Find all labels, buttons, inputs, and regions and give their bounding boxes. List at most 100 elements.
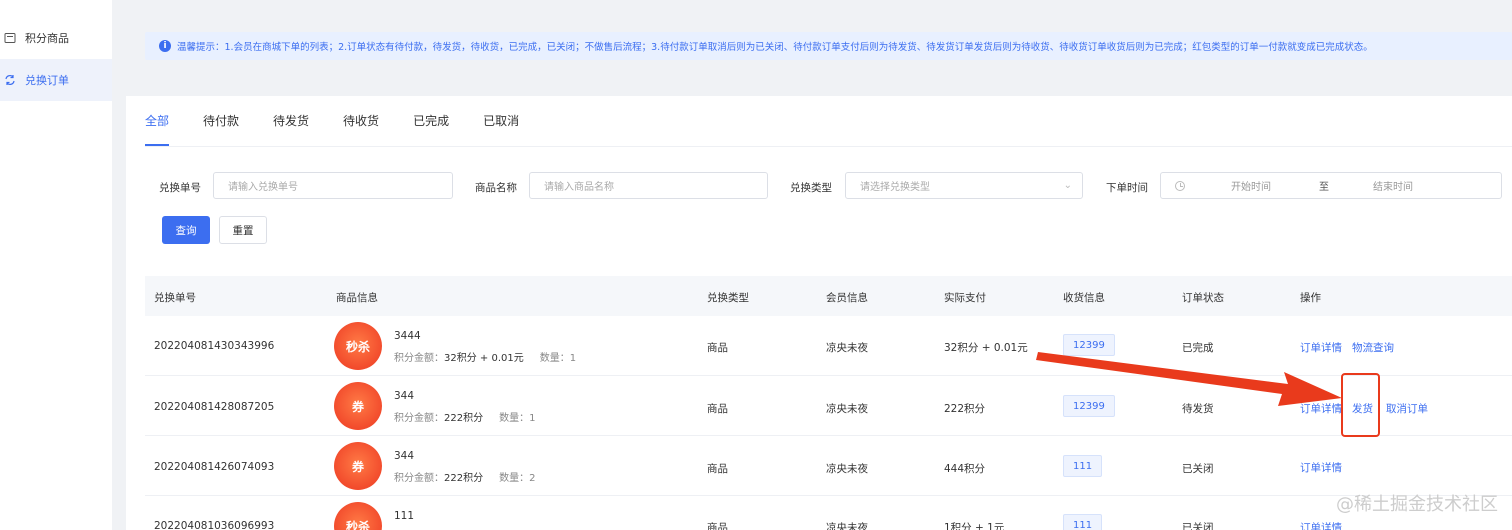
paid-amount: 32积分 + 0.01元 [944, 342, 1028, 354]
shipping-tag[interactable]: 111 [1063, 455, 1103, 477]
exchange-type: 商品 [707, 522, 728, 530]
exchange-type-placeholder: 请选择兑换类型 [860, 182, 930, 193]
product-name: 344 [394, 390, 415, 402]
watermark: @稀土掘金技术社区 [1336, 494, 1498, 515]
orders-card: 全部 待付款 待发货 待收货 已完成 已取消 兑换单号 请输入兑换单号 商品名称… [126, 96, 1512, 530]
checkbox-icon [4, 32, 16, 44]
tab-all[interactable]: 全部 [145, 110, 170, 146]
sidebar: 积分商品 兑换订单 [0, 0, 112, 530]
paid-amount: 1积分 + 1元 [944, 522, 1005, 530]
table-header: 兑换单号 商品信息 兑换类型 会员信息 实际支付 收货信息 订单状态 操作 [145, 276, 1512, 316]
notice-text: 温馨提示：1.会员在商城下单的列表；2.订单状态有待付款，待发货，待收货，已完成… [177, 42, 1373, 53]
product-thumbnail: 券 [334, 442, 382, 490]
sidebar-item-points-products[interactable]: 积分商品 [0, 17, 112, 59]
product-badge: 秒杀 [345, 339, 370, 354]
order-no: 202204081036096993 [154, 520, 275, 530]
exchange-type: 商品 [707, 403, 728, 415]
col-order-status: 订单状态 [1182, 292, 1224, 304]
chevron-down-icon: ⌄ [1063, 180, 1072, 191]
end-time-placeholder: 结束时间 [1373, 182, 1413, 193]
amount-label: 积分金额： [394, 353, 444, 364]
member-name: 凉央未夜 [826, 403, 868, 415]
order-time-range[interactable]: 开始时间 至 结束时间 [1160, 172, 1502, 199]
quantity-value: 1 [529, 413, 536, 424]
amount-value: 222积分 [444, 413, 484, 424]
paid-amount: 444积分 [944, 463, 986, 475]
cancel-order-link[interactable]: 取消订单 [1386, 401, 1428, 416]
exchange-type-label: 兑换类型 [790, 182, 832, 194]
order-detail-link[interactable]: 订单详情 [1300, 520, 1342, 530]
col-product-info: 商品信息 [336, 292, 378, 304]
paid-amount: 222积分 [944, 403, 986, 415]
start-time-placeholder: 开始时间 [1231, 182, 1271, 193]
shipping-tag[interactable]: 111 [1063, 514, 1103, 530]
order-detail-link[interactable]: 订单详情 [1300, 460, 1342, 475]
product-name-label: 商品名称 [475, 182, 517, 194]
tab-pending-shipment[interactable]: 待发货 [273, 110, 309, 146]
annotation-highlight-box [1341, 373, 1380, 437]
tab-pending-payment[interactable]: 待付款 [203, 110, 239, 146]
product-name-placeholder: 请输入商品名称 [544, 182, 614, 193]
exchange-type: 商品 [707, 463, 728, 475]
quantity-value: 2 [529, 473, 536, 484]
exchange-type: 商品 [707, 342, 728, 354]
col-actions: 操作 [1300, 292, 1321, 304]
order-no: 202204081430343996 [154, 340, 275, 352]
order-no-placeholder: 请输入兑换单号 [228, 182, 298, 193]
product-badge: 秒杀 [345, 519, 370, 530]
product-thumbnail: 券 [334, 382, 382, 430]
layout-gap [112, 0, 126, 530]
product-meta: 积分金额：222积分 数量：2 [394, 469, 535, 484]
range-separator: 至 [1319, 182, 1329, 193]
clock-icon [1175, 180, 1185, 191]
product-meta: 积分金额：32积分 + 0.01元 数量：1 [394, 349, 576, 364]
col-member-info: 会员信息 [826, 292, 868, 304]
order-no-input[interactable]: 请输入兑换单号 [213, 172, 453, 199]
member-name: 凉央未夜 [826, 522, 868, 530]
order-no: 202204081426074093 [154, 461, 275, 473]
reset-button[interactable]: 重置 [219, 216, 267, 244]
sync-icon [4, 74, 16, 86]
product-thumbnail: 秒杀 [334, 502, 382, 530]
query-button[interactable]: 查询 [162, 216, 210, 244]
sidebar-item-label: 积分商品 [25, 32, 69, 45]
product-name: 344 [394, 450, 415, 462]
tab-divider [145, 146, 1512, 147]
quantity-value: 1 [569, 353, 577, 364]
table-row: 202204081036096993 秒杀 111 商品 凉央未夜 1积分 + … [145, 496, 1512, 530]
col-paid: 实际支付 [944, 292, 986, 304]
member-name: 凉央未夜 [826, 342, 868, 354]
product-badge: 券 [351, 459, 364, 474]
amount-label: 积分金额： [394, 473, 444, 484]
annotation-arrow [1036, 352, 1342, 406]
sidebar-item-label: 兑换订单 [25, 74, 69, 87]
order-no-label: 兑换单号 [159, 182, 201, 194]
order-status: 已关闭 [1182, 522, 1214, 530]
member-name: 凉央未夜 [826, 463, 868, 475]
sidebar-item-exchange-orders[interactable]: 兑换订单 [0, 59, 112, 101]
col-shipping-info: 收货信息 [1063, 292, 1105, 304]
order-time-label: 下单时间 [1106, 182, 1148, 194]
product-thumbnail: 秒杀 [334, 322, 382, 370]
col-exchange-type: 兑换类型 [707, 292, 749, 304]
product-name: 3444 [394, 330, 421, 342]
quantity-label: 数量： [539, 353, 570, 364]
product-name-input[interactable]: 请输入商品名称 [529, 172, 768, 199]
product-meta: 积分金额：222积分 数量：1 [394, 409, 535, 424]
amount-value: 32积分 + 0.01元 [444, 353, 524, 364]
order-no: 202204081428087205 [154, 401, 275, 413]
product-badge: 券 [351, 399, 364, 414]
amount-label: 积分金额： [394, 413, 444, 424]
amount-value: 222积分 [444, 473, 484, 484]
table-row: 202204081426074093 券 344 积分金额：222积分 数量：2 … [145, 436, 1512, 496]
tab-cancelled[interactable]: 已取消 [483, 110, 519, 146]
quantity-label: 数量： [499, 473, 530, 484]
quantity-label: 数量： [499, 413, 530, 424]
info-icon: i [159, 40, 171, 52]
product-name: 111 [394, 510, 415, 522]
logistics-query-link[interactable]: 物流查询 [1352, 340, 1394, 355]
exchange-type-select[interactable]: 请选择兑换类型 ⌄ [845, 172, 1083, 199]
tab-pending-receipt[interactable]: 待收货 [343, 110, 379, 146]
tab-completed[interactable]: 已完成 [413, 110, 449, 146]
notice-banner: i 温馨提示：1.会员在商城下单的列表；2.订单状态有待付款，待发货，待收货，已… [145, 32, 1512, 60]
